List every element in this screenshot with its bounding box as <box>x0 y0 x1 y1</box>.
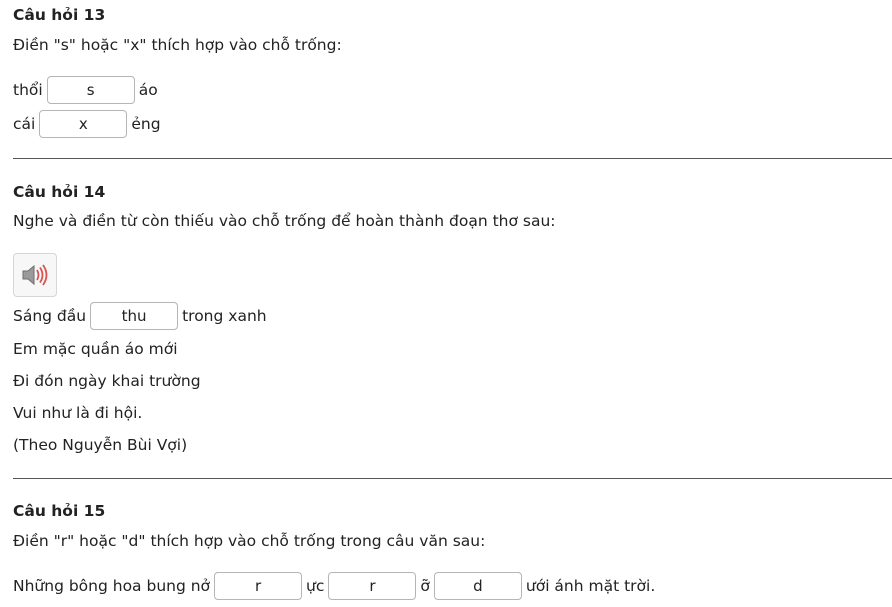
poem-line-1-after: trong xanh <box>182 307 267 325</box>
divider <box>13 478 892 479</box>
line-1-after: áo <box>138 81 158 99</box>
line-1-before: thổi <box>13 81 43 99</box>
answer-input-13-1[interactable]: s <box>46 76 135 104</box>
sentence-segment-3: ỡ <box>420 577 430 595</box>
answer-input-15-3[interactable]: d <box>433 572 522 600</box>
question-13-line-1: thổi s áo <box>13 76 158 104</box>
answer-input-14-1[interactable]: thu <box>90 302 179 330</box>
line-2-before: cái <box>13 115 36 133</box>
question-15-prompt: Điền "r" hoặc "d" thích hợp vào chỗ trốn… <box>13 532 486 550</box>
poem-line-2: Em mặc quần áo mới <box>13 340 178 358</box>
answer-input-15-1[interactable]: r <box>214 572 303 600</box>
question-13-line-2: cái x ẻng <box>13 110 161 138</box>
answer-input-13-2[interactable]: x <box>39 110 128 138</box>
question-14-line-1: Sáng đầu thu trong xanh <box>13 302 267 330</box>
audio-play-button[interactable] <box>13 253 57 297</box>
question-15-line: Những bông hoa bung nở r ực r ỡ d ưới án… <box>13 572 655 600</box>
question-14-prompt: Nghe và điền từ còn thiếu vào chỗ trống … <box>13 212 556 230</box>
poem-source: (Theo Nguyễn Bùi Vợi) <box>13 436 188 454</box>
line-2-after: ẻng <box>131 115 161 133</box>
poem-line-4: Vui như là đi hội. <box>13 404 143 422</box>
question-15-title: Câu hỏi 15 <box>13 502 106 520</box>
poem-line-1-before: Sáng đầu <box>13 307 87 325</box>
divider <box>13 158 892 159</box>
sentence-segment-4: ưới ánh mặt trời. <box>525 577 656 595</box>
question-14-title: Câu hỏi 14 <box>13 183 106 201</box>
speaker-icon <box>22 264 48 286</box>
poem-line-3: Đi đón ngày khai trường <box>13 372 201 390</box>
question-13-prompt: Điền "s" hoặc "x" thích hợp vào chỗ trốn… <box>13 36 342 54</box>
sentence-segment-1: Những bông hoa bung nở <box>13 577 211 595</box>
answer-input-15-2[interactable]: r <box>328 572 417 600</box>
question-13-title: Câu hỏi 13 <box>13 6 106 24</box>
sentence-segment-2: ực <box>306 577 325 595</box>
